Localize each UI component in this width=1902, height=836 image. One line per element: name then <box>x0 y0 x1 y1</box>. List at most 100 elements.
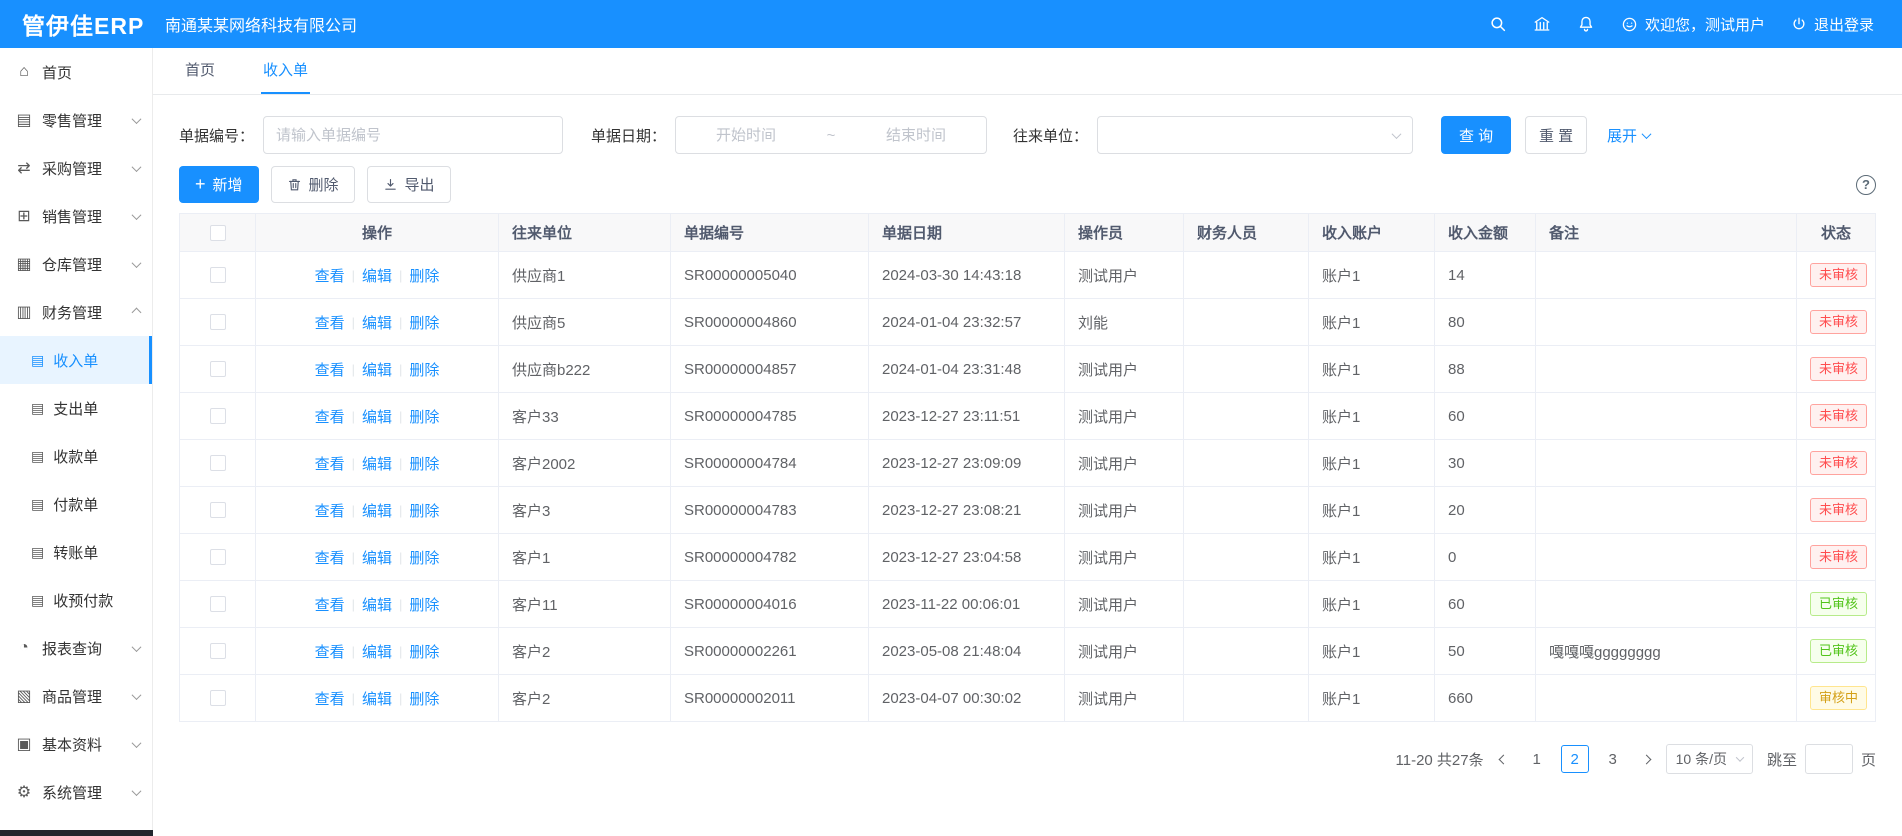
search-icon[interactable] <box>1489 15 1507 33</box>
sidebar-item[interactable]: ▣基本资料 <box>0 720 152 768</box>
header-account: 收入账户 <box>1309 214 1435 252</box>
row-checkbox[interactable] <box>210 549 226 565</box>
edit-link[interactable]: 编辑 <box>362 594 392 615</box>
row-checkbox[interactable] <box>210 643 226 659</box>
sidebar-subitem[interactable]: ▤转账单 <box>0 528 152 576</box>
row-checkbox[interactable] <box>210 502 226 518</box>
delete-link[interactable]: 删除 <box>409 500 439 521</box>
remark-cell <box>1536 581 1797 628</box>
bill-no-input[interactable] <box>263 116 563 154</box>
delete-link[interactable]: 删除 <box>409 453 439 474</box>
sidebar-item[interactable]: ⇄采购管理 <box>0 144 152 192</box>
partner-cell: 客户3 <box>499 487 671 534</box>
welcome-user[interactable]: 欢迎您，测试用户 <box>1621 14 1765 35</box>
page-button[interactable]: 3 <box>1599 745 1627 773</box>
edit-link[interactable]: 编辑 <box>362 406 392 427</box>
sidebar-item[interactable]: ▤零售管理 <box>0 96 152 144</box>
edit-link[interactable]: 编辑 <box>362 312 392 333</box>
table-body: 查看 | 编辑 | 删除 供应商1 SR00000005040 2024-03-… <box>180 252 1876 722</box>
delete-link[interactable]: 删除 <box>409 359 439 380</box>
row-checkbox[interactable] <box>210 314 226 330</box>
view-link[interactable]: 查看 <box>315 688 345 709</box>
row-checkbox[interactable] <box>210 455 226 471</box>
date-start-input[interactable] <box>686 127 806 144</box>
bill-no-cell: SR00000005040 <box>671 252 869 299</box>
bell-icon[interactable] <box>1577 15 1595 33</box>
operator-cell: 测试用户 <box>1065 534 1184 581</box>
sidebar-subitem[interactable]: ▤支出单 <box>0 384 152 432</box>
sidebar-item[interactable]: ◔报表查询 <box>0 624 152 672</box>
view-link[interactable]: 查看 <box>315 641 345 662</box>
delete-link[interactable]: 删除 <box>409 594 439 615</box>
sidebar-subitem[interactable]: ▤收入单 <box>0 336 152 384</box>
view-link[interactable]: 查看 <box>315 265 345 286</box>
view-link[interactable]: 查看 <box>315 406 345 427</box>
delete-link[interactable]: 删除 <box>409 641 439 662</box>
edit-link[interactable]: 编辑 <box>362 359 392 380</box>
date-range-picker[interactable]: ~ <box>675 116 987 154</box>
edit-link[interactable]: 编辑 <box>362 688 392 709</box>
add-button[interactable]: + 新增 <box>179 166 259 203</box>
help-icon[interactable]: ? <box>1856 175 1876 195</box>
tab-home[interactable]: 首页 <box>183 47 217 94</box>
tab-income-bill[interactable]: 收入单 <box>261 47 310 94</box>
page-button[interactable]: 2 <box>1561 745 1589 773</box>
operator-cell: 测试用户 <box>1065 252 1184 299</box>
view-link[interactable]: 查看 <box>315 312 345 333</box>
delete-link[interactable]: 删除 <box>409 265 439 286</box>
search-button[interactable]: 查 询 <box>1441 116 1511 154</box>
export-button[interactable]: 导出 <box>367 166 451 203</box>
view-link[interactable]: 查看 <box>315 500 345 521</box>
sidebar-item[interactable]: ⚙系统管理 <box>0 768 152 816</box>
page-size-value: 10 条/页 <box>1676 749 1727 769</box>
view-link[interactable]: 查看 <box>315 453 345 474</box>
view-link[interactable]: 查看 <box>315 547 345 568</box>
date-end-input[interactable] <box>856 127 976 144</box>
sidebar-item[interactable]: ▥财务管理 <box>0 288 152 336</box>
prev-page-button[interactable] <box>1498 756 1509 763</box>
sidebar-item[interactable]: ▧商品管理 <box>0 672 152 720</box>
partner-select[interactable] <box>1097 116 1413 154</box>
bank-icon[interactable] <box>1533 15 1551 33</box>
row-checkbox[interactable] <box>210 690 226 706</box>
delete-link[interactable]: 删除 <box>409 406 439 427</box>
account-cell: 账户1 <box>1309 487 1435 534</box>
sidebar-collapse-trigger[interactable] <box>0 830 153 836</box>
select-all-checkbox[interactable] <box>210 225 226 241</box>
delete-link[interactable]: 删除 <box>409 688 439 709</box>
delete-link[interactable]: 删除 <box>409 312 439 333</box>
view-link[interactable]: 查看 <box>315 594 345 615</box>
edit-link[interactable]: 编辑 <box>362 500 392 521</box>
action-divider: | <box>352 456 355 471</box>
edit-link[interactable]: 编辑 <box>362 265 392 286</box>
sidebar-item[interactable]: ⌂首页 <box>0 48 152 96</box>
row-checkbox[interactable] <box>210 596 226 612</box>
page-button[interactable]: 1 <box>1523 745 1551 773</box>
jump-input[interactable] <box>1805 744 1853 774</box>
row-checkbox[interactable] <box>210 408 226 424</box>
logout-button[interactable]: 退出登录 <box>1791 14 1874 35</box>
amount-cell: 14 <box>1435 252 1536 299</box>
delete-button[interactable]: 删除 <box>271 166 355 203</box>
expand-filters-link[interactable]: 展开 <box>1607 125 1650 146</box>
page-size-select[interactable]: 10 条/页 <box>1666 744 1753 774</box>
operator-cell: 测试用户 <box>1065 628 1184 675</box>
pagination: 11-20 共27条 123 10 条/页 跳至 页 <box>179 744 1876 774</box>
edit-link[interactable]: 编辑 <box>362 547 392 568</box>
edit-link[interactable]: 编辑 <box>362 641 392 662</box>
action-divider: | <box>352 597 355 612</box>
sidebar-item[interactable]: ⊞销售管理 <box>0 192 152 240</box>
table-row: 查看 | 编辑 | 删除 供应商b222 SR00000004857 2024-… <box>180 346 1876 393</box>
sidebar-subitem[interactable]: ▤付款单 <box>0 480 152 528</box>
next-page-button[interactable] <box>1641 756 1652 763</box>
delete-link[interactable]: 删除 <box>409 547 439 568</box>
sidebar-subitem[interactable]: ▤收款单 <box>0 432 152 480</box>
sidebar-item[interactable]: ▦仓库管理 <box>0 240 152 288</box>
chevron-down-icon <box>133 645 140 652</box>
view-link[interactable]: 查看 <box>315 359 345 380</box>
sidebar-subitem[interactable]: ▤收预付款 <box>0 576 152 624</box>
edit-link[interactable]: 编辑 <box>362 453 392 474</box>
row-checkbox[interactable] <box>210 267 226 283</box>
reset-button[interactable]: 重 置 <box>1525 116 1587 154</box>
row-checkbox[interactable] <box>210 361 226 377</box>
